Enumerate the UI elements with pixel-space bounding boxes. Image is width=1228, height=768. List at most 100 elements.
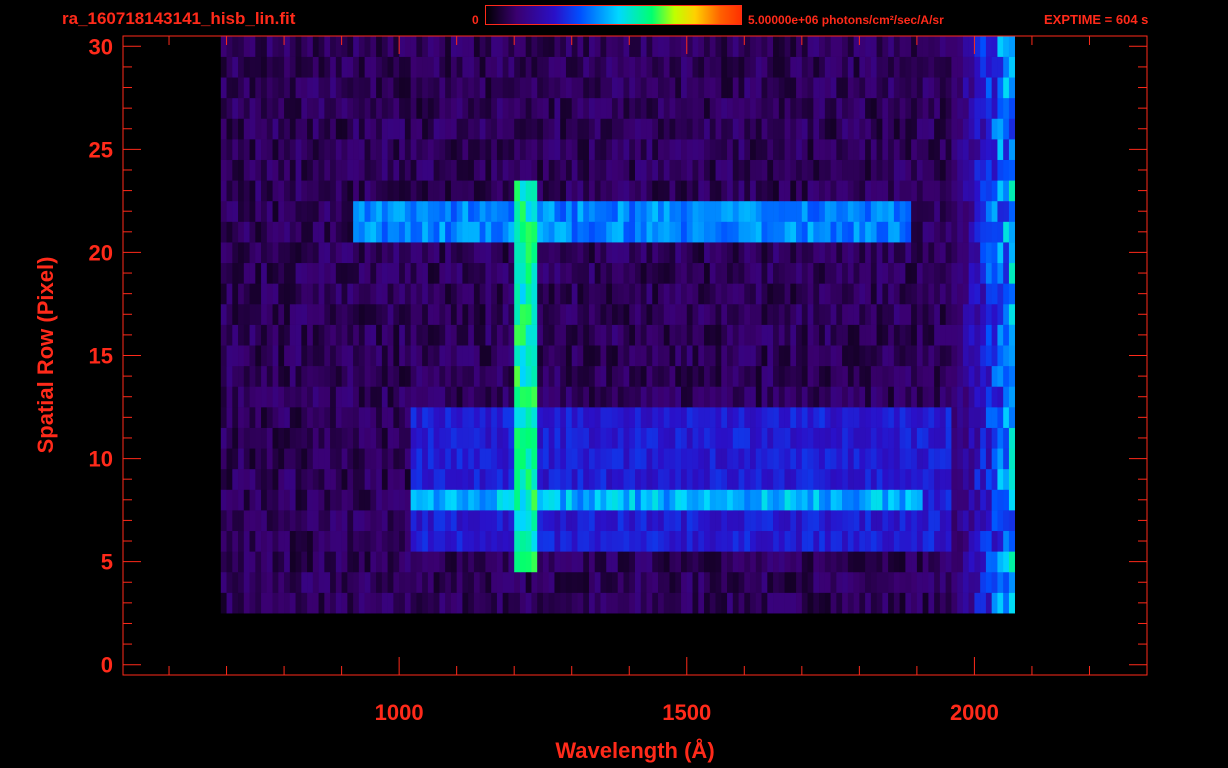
heatmap-cell xyxy=(606,283,613,305)
y-tick-label: 20 xyxy=(89,240,113,265)
heatmap-cell xyxy=(600,407,607,428)
heatmap-cell xyxy=(715,407,722,428)
heatmap-cell xyxy=(882,448,889,470)
heatmap-cell xyxy=(295,571,302,593)
heatmap-cell xyxy=(945,242,952,264)
heatmap-cell xyxy=(617,56,624,78)
heatmap-cell xyxy=(502,118,509,140)
heatmap-cell xyxy=(600,345,607,367)
heatmap-cell xyxy=(715,510,722,532)
heatmap-cell xyxy=(266,97,273,119)
heatmap-cell xyxy=(577,324,584,346)
heatmap-cell xyxy=(525,242,532,264)
heatmap-cell xyxy=(364,200,371,222)
heatmap-cell xyxy=(531,530,538,552)
heatmap-cell xyxy=(738,365,745,387)
heatmap-cell xyxy=(525,592,532,614)
heatmap-cell xyxy=(888,365,895,387)
heatmap-cell xyxy=(985,324,992,346)
heatmap-cell xyxy=(266,283,273,305)
heatmap-cell xyxy=(588,283,596,305)
heatmap-cell xyxy=(692,303,699,325)
heatmap-cell xyxy=(1008,262,1015,284)
heatmap-cell xyxy=(399,510,406,532)
heatmap-cell xyxy=(819,407,826,428)
heatmap-cell xyxy=(393,551,400,573)
heatmap-cell xyxy=(899,180,906,202)
heatmap-cell xyxy=(715,262,722,284)
heatmap-cell xyxy=(462,468,469,490)
heatmap-cell xyxy=(318,427,325,449)
heatmap-cell xyxy=(755,592,762,614)
heatmap-cell xyxy=(358,139,365,160)
heatmap-cell xyxy=(324,489,331,511)
heatmap-cell xyxy=(261,56,268,78)
heatmap-cell xyxy=(226,571,233,593)
heatmap-cell xyxy=(675,592,682,614)
heatmap-cell xyxy=(980,365,987,387)
heatmap-cell xyxy=(491,180,498,202)
heatmap-cell xyxy=(922,427,929,449)
heatmap-cell xyxy=(801,242,808,264)
heatmap-cell xyxy=(957,489,964,511)
heatmap-cell xyxy=(502,200,509,222)
heatmap-cell xyxy=(698,36,705,57)
heatmap-cell xyxy=(289,221,296,243)
heatmap-cell xyxy=(882,386,889,408)
heatmap-cell xyxy=(318,324,325,346)
heatmap-cell xyxy=(301,283,308,305)
heatmap-cell xyxy=(669,365,676,387)
heatmap-cell xyxy=(232,283,239,305)
heatmap-cell xyxy=(801,36,808,57)
heatmap-cell xyxy=(709,468,716,490)
heatmap-cell xyxy=(542,56,550,78)
heatmap-cell xyxy=(565,386,573,408)
heatmap-cell xyxy=(830,221,837,243)
heatmap-cell xyxy=(537,262,544,284)
heatmap-cell xyxy=(502,530,509,552)
heatmap-cell xyxy=(905,551,912,573)
heatmap-cell xyxy=(882,36,889,57)
heatmap-cell xyxy=(289,97,296,119)
heatmap-cell xyxy=(686,427,693,449)
heatmap-cell xyxy=(450,262,457,284)
heatmap-cell xyxy=(692,365,699,387)
heatmap-cell xyxy=(583,365,590,387)
heatmap-cell xyxy=(847,77,854,99)
heatmap-cell xyxy=(939,510,946,532)
heatmap-cell xyxy=(272,510,279,532)
heatmap-cell xyxy=(353,262,360,284)
heatmap-cell xyxy=(318,468,325,490)
heatmap-cell xyxy=(980,592,987,614)
heatmap-cell xyxy=(727,242,734,264)
heatmap-cell xyxy=(491,551,498,573)
heatmap-cell xyxy=(1008,489,1015,511)
heatmap-cell xyxy=(893,283,900,305)
heatmap-cell xyxy=(922,283,929,305)
heatmap-cell xyxy=(985,510,992,532)
heatmap-cell xyxy=(583,345,590,367)
heatmap-cell xyxy=(347,97,354,119)
heatmap-cell xyxy=(479,324,486,346)
heatmap-cell xyxy=(249,427,256,449)
heatmap-cell xyxy=(945,530,952,552)
heatmap-cell xyxy=(784,221,791,243)
heatmap-cell xyxy=(951,242,958,264)
heatmap-cell xyxy=(916,242,923,264)
heatmap-cell xyxy=(445,36,452,57)
heatmap-cell xyxy=(784,118,791,140)
heatmap-cell xyxy=(376,386,383,408)
heatmap-cell xyxy=(957,180,964,202)
heatmap-cell xyxy=(330,283,337,305)
heatmap-cell xyxy=(968,448,975,470)
heatmap-cell xyxy=(778,571,785,593)
heatmap-cell xyxy=(261,139,268,160)
heatmap-cell xyxy=(324,200,331,222)
heatmap-cell xyxy=(238,489,245,511)
heatmap-cell xyxy=(617,489,624,511)
heatmap-cell xyxy=(439,448,446,470)
heatmap-cell xyxy=(347,159,354,181)
heatmap-cell xyxy=(583,221,590,243)
heatmap-cell xyxy=(709,489,716,511)
heatmap-cell xyxy=(422,159,429,181)
